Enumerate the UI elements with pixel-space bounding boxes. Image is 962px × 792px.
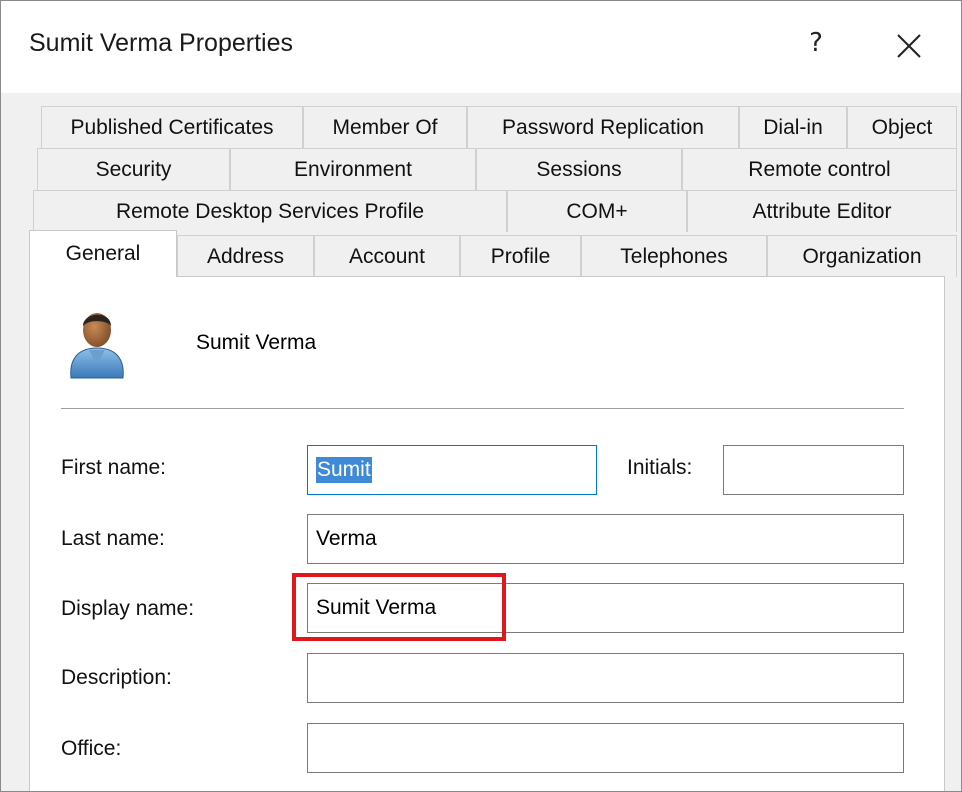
properties-dialog: Sumit Verma Properties ? Published Certi… [0, 0, 962, 792]
highlight-annotation [292, 573, 506, 641]
display-name-label: Display name: [61, 597, 195, 620]
last-name-label: Last name: [61, 527, 165, 550]
close-button[interactable] [886, 23, 932, 69]
divider [61, 408, 904, 409]
tab-address[interactable]: Address [177, 235, 314, 277]
tab-com-plus[interactable]: COM+ [507, 190, 687, 232]
first-name-value: Sumit [316, 457, 372, 483]
description-field[interactable] [307, 653, 904, 703]
tab-remote-desktop-services-profile[interactable]: Remote Desktop Services Profile [33, 190, 507, 232]
tab-environment[interactable]: Environment [230, 148, 476, 190]
first-name-field[interactable]: Sumit [307, 445, 597, 495]
office-label: Office: [61, 737, 122, 760]
tab-account[interactable]: Account [314, 235, 460, 277]
tab-attribute-editor[interactable]: Attribute Editor [687, 190, 957, 232]
user-display-name: Sumit Verma [196, 331, 317, 354]
first-name-label: First name: [61, 456, 167, 479]
tab-remote-control[interactable]: Remote control [682, 148, 957, 190]
description-label: Description: [61, 666, 172, 689]
last-name-field[interactable]: Verma [307, 514, 904, 564]
tab-profile[interactable]: Profile [460, 235, 581, 277]
tab-organization[interactable]: Organization [767, 235, 957, 277]
user-icon [70, 313, 124, 379]
dialog-title: Sumit Verma Properties [29, 29, 293, 57]
tab-dial-in[interactable]: Dial-in [739, 106, 847, 148]
office-field[interactable] [307, 723, 904, 773]
tab-telephones[interactable]: Telephones [581, 235, 767, 277]
close-icon [897, 34, 921, 58]
tab-object[interactable]: Object [847, 106, 957, 148]
help-button[interactable]: ? [796, 21, 836, 65]
title-bar: Sumit Verma Properties ? [1, 1, 961, 93]
tab-general[interactable]: General [29, 230, 177, 277]
tab-member-of[interactable]: Member Of [303, 106, 467, 148]
initials-field[interactable] [723, 445, 904, 495]
tab-security[interactable]: Security [37, 148, 230, 190]
initials-label: Initials: [627, 456, 693, 479]
tab-published-certificates[interactable]: Published Certificates [41, 106, 303, 148]
tab-sessions[interactable]: Sessions [476, 148, 682, 190]
tab-password-replication[interactable]: Password Replication [467, 106, 739, 148]
